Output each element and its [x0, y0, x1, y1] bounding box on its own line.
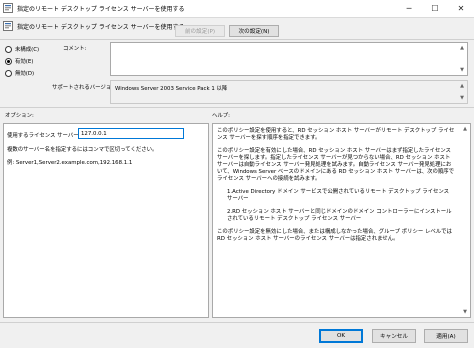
radio-circle[interactable]: [5, 69, 12, 77]
policy-name: 指定のリモート デスクトップ ライセンス サーバーを使用する: [17, 24, 185, 31]
comment-label: コメント:: [63, 46, 87, 52]
minimize-button[interactable]: ─: [396, 0, 422, 17]
comment-textarea[interactable]: ▲ ▼: [110, 42, 468, 76]
radio-circle[interactable]: [5, 57, 12, 65]
help-list-item: 1.Active Directory ドメイン サービスで公開されているリモート…: [227, 189, 450, 202]
radio-not-configured[interactable]: 未構成(C): [5, 45, 39, 53]
example-text: 例: Server1,Server2.example.com,192.168.1…: [7, 160, 133, 166]
license-server-label: 使用するライセンス サーバー:: [7, 133, 81, 139]
policy-setting-icon: [3, 21, 13, 31]
apply-button[interactable]: 適用(A): [424, 329, 468, 343]
help-paragraph: このポリシー設定を有効にした場合、RD セッション ホスト サーバーはまず指定し…: [217, 148, 455, 182]
section-divider: [0, 107, 474, 108]
radio-label: 有効(E): [15, 59, 34, 65]
help-list-item: 2.RD セッション ホスト サーバーと同じドメインのドメイン コントローラーに…: [227, 209, 452, 222]
radio-enabled[interactable]: 有効(E): [5, 57, 33, 65]
scroll-down-icon[interactable]: ▼: [458, 94, 466, 102]
radio-label: 未構成(C): [15, 47, 40, 53]
next-setting-button[interactable]: 次の設定(N): [229, 25, 279, 37]
supported-versions-text: Windows Server 2003 Service Pack 1 以降: [115, 86, 228, 92]
scroll-down-icon[interactable]: ▼: [461, 308, 469, 316]
options-panel: 使用するライセンス サーバー: 127.0.0.1 複数のサーバー名を指定するに…: [3, 123, 209, 318]
help-header: ヘルプ:: [212, 113, 230, 119]
license-server-input[interactable]: 127.0.0.1: [78, 128, 184, 139]
scroll-down-icon[interactable]: ▼: [458, 66, 466, 74]
scroll-up-icon[interactable]: ▲: [461, 125, 469, 133]
help-panel: このポリシー設定を使用すると、RD セッション ホスト サーバーがリモート デス…: [212, 123, 471, 318]
radio-label: 無効(D): [15, 71, 35, 77]
help-paragraph: このポリシー設定を使用すると、RD セッション ホスト サーバーがリモート デス…: [217, 128, 455, 141]
ok-button[interactable]: OK: [319, 329, 363, 343]
header-divider: [0, 39, 474, 40]
help-paragraph: このポリシー設定を無効にした場合、または構成しなかった場合、グループ ポリシー …: [217, 229, 452, 242]
radio-circle[interactable]: [5, 45, 12, 53]
prev-setting-button[interactable]: 前の設定(P): [175, 25, 225, 37]
scroll-up-icon[interactable]: ▲: [458, 82, 466, 90]
supported-label: サポートされるバージョン:: [52, 85, 119, 91]
footer-divider: [0, 322, 474, 323]
close-button[interactable]: ✕: [448, 0, 474, 17]
radio-disabled[interactable]: 無効(D): [5, 69, 34, 77]
scroll-up-icon[interactable]: ▲: [458, 44, 466, 52]
window-title: 指定のリモート デスクトップ ライセンス サーバーを使用する: [17, 6, 185, 13]
supported-versions-box: Windows Server 2003 Service Pack 1 以降 ▲ …: [110, 80, 468, 104]
multi-server-hint: 複数のサーバー名を指定するにはコンマで区切ってください。: [7, 147, 158, 153]
policy-setting-icon: [3, 3, 13, 13]
options-header: オプション:: [5, 113, 34, 119]
cancel-button[interactable]: キャンセル: [372, 329, 416, 343]
maximize-button[interactable]: ☐: [422, 0, 448, 17]
